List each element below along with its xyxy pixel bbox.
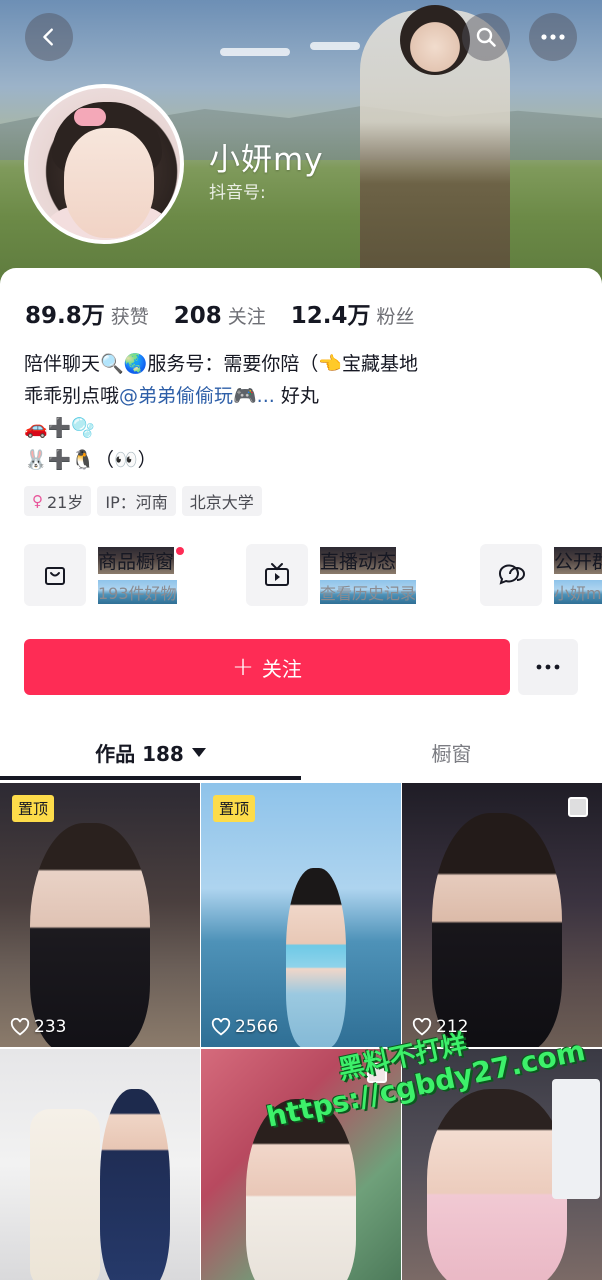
pinned-badge: 置顶 bbox=[213, 795, 256, 822]
bio-line: 🐰➕🐧（👀） bbox=[24, 449, 157, 471]
content-tabs: 作品 188 橱窗 bbox=[0, 723, 602, 781]
video-thumbnail-person bbox=[286, 868, 346, 1047]
video-likes: 233 bbox=[10, 1017, 66, 1037]
shopping-bag-icon bbox=[24, 544, 86, 606]
stat-likes[interactable]: 89.8万 获赞 bbox=[25, 296, 149, 330]
service-subtitle: 查看历史记录 bbox=[320, 579, 417, 604]
service-title: 公开群 bbox=[554, 546, 602, 574]
service-subtitle: 小妍my bbox=[554, 579, 602, 604]
video-thumbnail-chair bbox=[30, 1109, 100, 1280]
video-thumbnail-truck bbox=[552, 1079, 600, 1199]
ellipsis-icon bbox=[536, 664, 560, 670]
video-thumbnail-person bbox=[30, 823, 150, 1047]
age-tag: ♀ 21岁 bbox=[24, 486, 92, 516]
bio-line: 乖乖别点哦@弟弟偷偷玩🎮... 好丸 bbox=[24, 380, 584, 412]
service-subtitle: 193件好物 bbox=[98, 579, 177, 604]
tab-label: 作品 188 bbox=[95, 741, 184, 766]
avatar[interactable] bbox=[24, 84, 184, 244]
stat-value: 208 bbox=[173, 303, 222, 329]
follow-button[interactable]: + 关注 bbox=[24, 639, 510, 695]
stat-value: 89.8万 bbox=[25, 303, 105, 329]
stat-value: 12.4万 bbox=[290, 303, 371, 329]
banner-person-head bbox=[400, 5, 470, 75]
active-tab-indicator bbox=[0, 776, 301, 780]
chevron-left-icon bbox=[43, 28, 53, 46]
notification-dot bbox=[176, 546, 185, 555]
stat-label: 关注 bbox=[227, 306, 266, 328]
service-live-updates[interactable]: 直播动态 查看历史记录 bbox=[246, 544, 417, 606]
multi-image-icon bbox=[568, 797, 588, 817]
heart-icon bbox=[412, 1018, 432, 1036]
stat-label: 获赞 bbox=[110, 306, 149, 328]
follow-label: 关注 bbox=[261, 656, 302, 681]
pinned-badge: 置顶 bbox=[12, 795, 55, 822]
likes-count: 233 bbox=[34, 1017, 67, 1037]
bio-text: 好丸 bbox=[274, 385, 319, 407]
female-icon: ♀ bbox=[32, 492, 43, 510]
back-button[interactable] bbox=[25, 13, 73, 61]
stat-label: 粉丝 bbox=[376, 306, 415, 328]
tab-shop-window[interactable]: 橱窗 bbox=[301, 723, 602, 781]
avatar-face bbox=[64, 128, 154, 238]
service-title: 商品橱窗 bbox=[98, 546, 185, 574]
ellipsis-icon bbox=[541, 34, 565, 40]
video-tile[interactable]: 置顶 2566 bbox=[201, 783, 401, 1047]
search-button[interactable] bbox=[462, 13, 510, 61]
bio-line: 🚗➕🫧 bbox=[24, 417, 95, 439]
service-shop-window[interactable]: 商品橱窗 193件好物 bbox=[24, 544, 185, 606]
bio-line: 陪伴聊天🔍🌏服务号：需要你陪（👈宝藏基地 bbox=[24, 353, 418, 375]
avatar-hair-bow bbox=[74, 108, 106, 126]
more-actions-button[interactable] bbox=[518, 639, 578, 695]
school-tag[interactable]: 北京大学 bbox=[181, 486, 262, 516]
banner-cloud bbox=[220, 48, 290, 56]
video-tile[interactable] bbox=[0, 1049, 200, 1280]
video-thumbnail-person bbox=[100, 1089, 170, 1280]
heart-icon bbox=[211, 1018, 231, 1036]
video-tile[interactable]: 置顶 233 bbox=[0, 783, 200, 1047]
video-thumbnail-person bbox=[427, 1089, 567, 1280]
profile-bio: 陪伴聊天🔍🌏服务号：需要你陪（👈宝藏基地 乖乖别点哦@弟弟偷偷玩🎮... 好丸 … bbox=[24, 348, 584, 476]
stat-following[interactable]: 208 关注 bbox=[174, 302, 266, 329]
caret-down-icon bbox=[191, 747, 206, 757]
stat-followers[interactable]: 12.4万 粉丝 bbox=[291, 296, 415, 330]
ip-tag: IP：河南 bbox=[97, 486, 176, 516]
likes-count: 2566 bbox=[235, 1017, 279, 1037]
services-row: 商品橱窗 193件好物 直播动态 查看历史记录 公开群 小妍m bbox=[24, 544, 602, 614]
video-likes: 2566 bbox=[211, 1017, 278, 1037]
search-icon bbox=[476, 27, 496, 47]
heart-icon bbox=[10, 1018, 30, 1036]
bio-text: 乖乖别点哦 bbox=[24, 385, 120, 407]
banner-cloud bbox=[310, 42, 360, 50]
tv-icon bbox=[246, 544, 308, 606]
douyin-id[interactable]: 抖音号: bbox=[209, 178, 266, 203]
more-options-button[interactable] bbox=[529, 13, 577, 61]
age-text: 21岁 bbox=[47, 493, 84, 512]
profile-stats: 89.8万 获赞 208 关注 12.4万 粉丝 bbox=[25, 296, 440, 330]
profile-tags: ♀ 21岁 IP：河南 北京大学 bbox=[24, 486, 268, 516]
bio-mention-link[interactable]: @弟弟偷偷玩🎮... bbox=[119, 385, 275, 407]
plus-icon: + bbox=[232, 652, 254, 682]
service-title: 直播动态 bbox=[320, 546, 397, 574]
profile-nickname: 小妍my bbox=[209, 142, 324, 178]
chat-icon bbox=[480, 544, 542, 606]
video-thumbnail-person bbox=[432, 813, 562, 1047]
tab-works[interactable]: 作品 188 bbox=[0, 723, 301, 781]
service-public-group[interactable]: 公开群 小妍my bbox=[480, 544, 602, 606]
